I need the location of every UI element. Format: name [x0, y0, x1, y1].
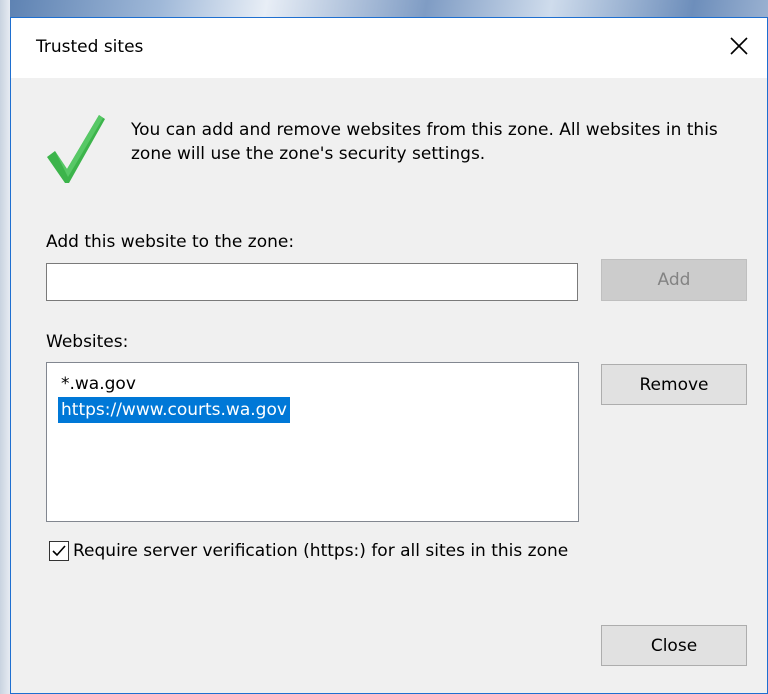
- close-icon[interactable]: [717, 24, 761, 68]
- checkmark-icon: [45, 111, 105, 201]
- verification-checkbox[interactable]: [49, 541, 69, 561]
- add-button[interactable]: Add: [601, 259, 747, 301]
- title-bar: Trusted sites: [11, 18, 767, 78]
- close-button[interactable]: Close: [601, 625, 747, 666]
- verification-checkbox-row[interactable]: Require server verification (https:) for…: [49, 541, 568, 561]
- zone-description: You can add and remove websites from thi…: [131, 120, 718, 164]
- websites-label: Websites:: [46, 332, 129, 352]
- background-window-edge: [0, 0, 10, 694]
- add-website-label: Add this website to the zone:: [46, 232, 295, 252]
- remove-button[interactable]: Remove: [601, 364, 747, 405]
- list-item[interactable]: *.wa.gov: [58, 371, 139, 397]
- list-item-selected[interactable]: https://www.courts.wa.gov: [58, 397, 290, 423]
- check-icon: [52, 545, 66, 557]
- trusted-sites-dialog: Trusted sites You can add and remove web…: [10, 17, 768, 694]
- verification-label: Require server verification (https:) for…: [73, 541, 569, 561]
- websites-list[interactable]: *.wa.gov https://www.courts.wa.gov: [46, 362, 579, 522]
- website-input[interactable]: [46, 263, 578, 301]
- dialog-title: Trusted sites: [36, 37, 144, 57]
